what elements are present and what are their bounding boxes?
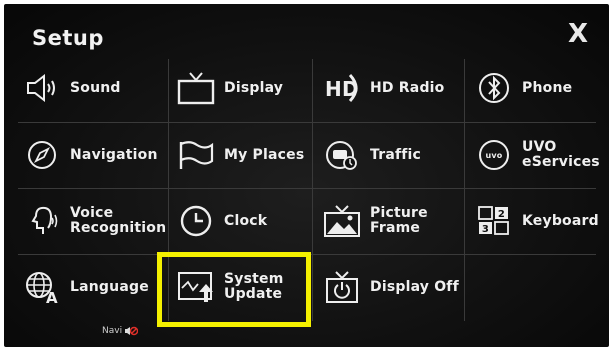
traffic-car-icon [322,137,362,173]
display-off-label: Display Off [370,278,459,295]
navigation-label: Navigation [70,146,158,163]
svg-text:2: 2 [498,209,505,220]
svg-text:A: A [46,289,58,304]
menu-item-navigation[interactable]: Navigation [22,125,158,185]
menu-item-hd-radio[interactable]: HD HD Radio [322,58,444,118]
voice-recognition-label: Voice Recognition [70,205,167,236]
close-button[interactable]: X [564,20,592,48]
menu-item-clock[interactable]: Clock [176,191,267,251]
flag-icon [176,137,216,173]
menu-item-keyboard[interactable]: 2 3 Keyboard [474,191,599,251]
display-off-icon [322,269,362,305]
mute-icon [124,326,139,336]
traffic-label: Traffic [370,146,422,163]
hd-radio-label: HD Radio [370,79,445,96]
grid-divider [464,59,465,321]
sound-label: Sound [70,79,121,96]
menu-item-picture-frame[interactable]: Picture Frame [322,191,428,251]
menu-item-traffic[interactable]: Traffic [322,125,421,185]
clock-label: Clock [224,212,268,229]
language-label: Language [70,278,149,295]
globe-icon: A [22,269,62,305]
keyboard-icon: 2 3 [474,203,514,239]
menu-item-voice-recognition[interactable]: Voice Recognition [22,191,166,251]
clock-icon [176,203,216,239]
uvo-label: UVO eServices [522,139,600,170]
grid-divider [312,59,313,321]
tv-icon [176,70,216,106]
grid-divider [18,188,596,189]
phone-label: Phone [522,79,573,96]
navi-label: Navi [102,326,123,336]
keyboard-label: Keyboard [522,212,599,229]
bluetooth-icon [474,70,514,106]
menu-item-my-places[interactable]: My Places [176,125,304,185]
menu-item-phone[interactable]: Phone [474,58,572,118]
system-update-highlight [157,252,311,327]
voice-head-icon [22,203,62,239]
menu-item-sound[interactable]: Sound [22,58,121,118]
svg-text:3: 3 [482,224,489,235]
my-places-label: My Places [224,146,305,163]
menu-item-display[interactable]: Display [176,58,283,118]
menu-item-uvo[interactable]: uvo UVO eServices [474,125,600,185]
page-title: Setup [32,26,104,50]
speaker-icon [22,70,62,106]
picture-frame-label: Picture Frame [370,205,428,236]
uvo-icon: uvo [474,137,514,173]
setup-screen: Setup X Sound Display HD HD Radio Phone [4,4,609,347]
compass-icon [22,137,62,173]
menu-item-display-off[interactable]: Display Off [322,257,459,317]
picture-frame-icon [322,203,362,239]
navi-mute-status: Navi [102,326,139,336]
svg-text:uvo: uvo [485,151,502,160]
display-label: Display [224,79,284,96]
grid-divider [18,122,596,123]
menu-item-language[interactable]: A Language [22,257,149,317]
hd-radio-icon: HD [322,70,362,106]
